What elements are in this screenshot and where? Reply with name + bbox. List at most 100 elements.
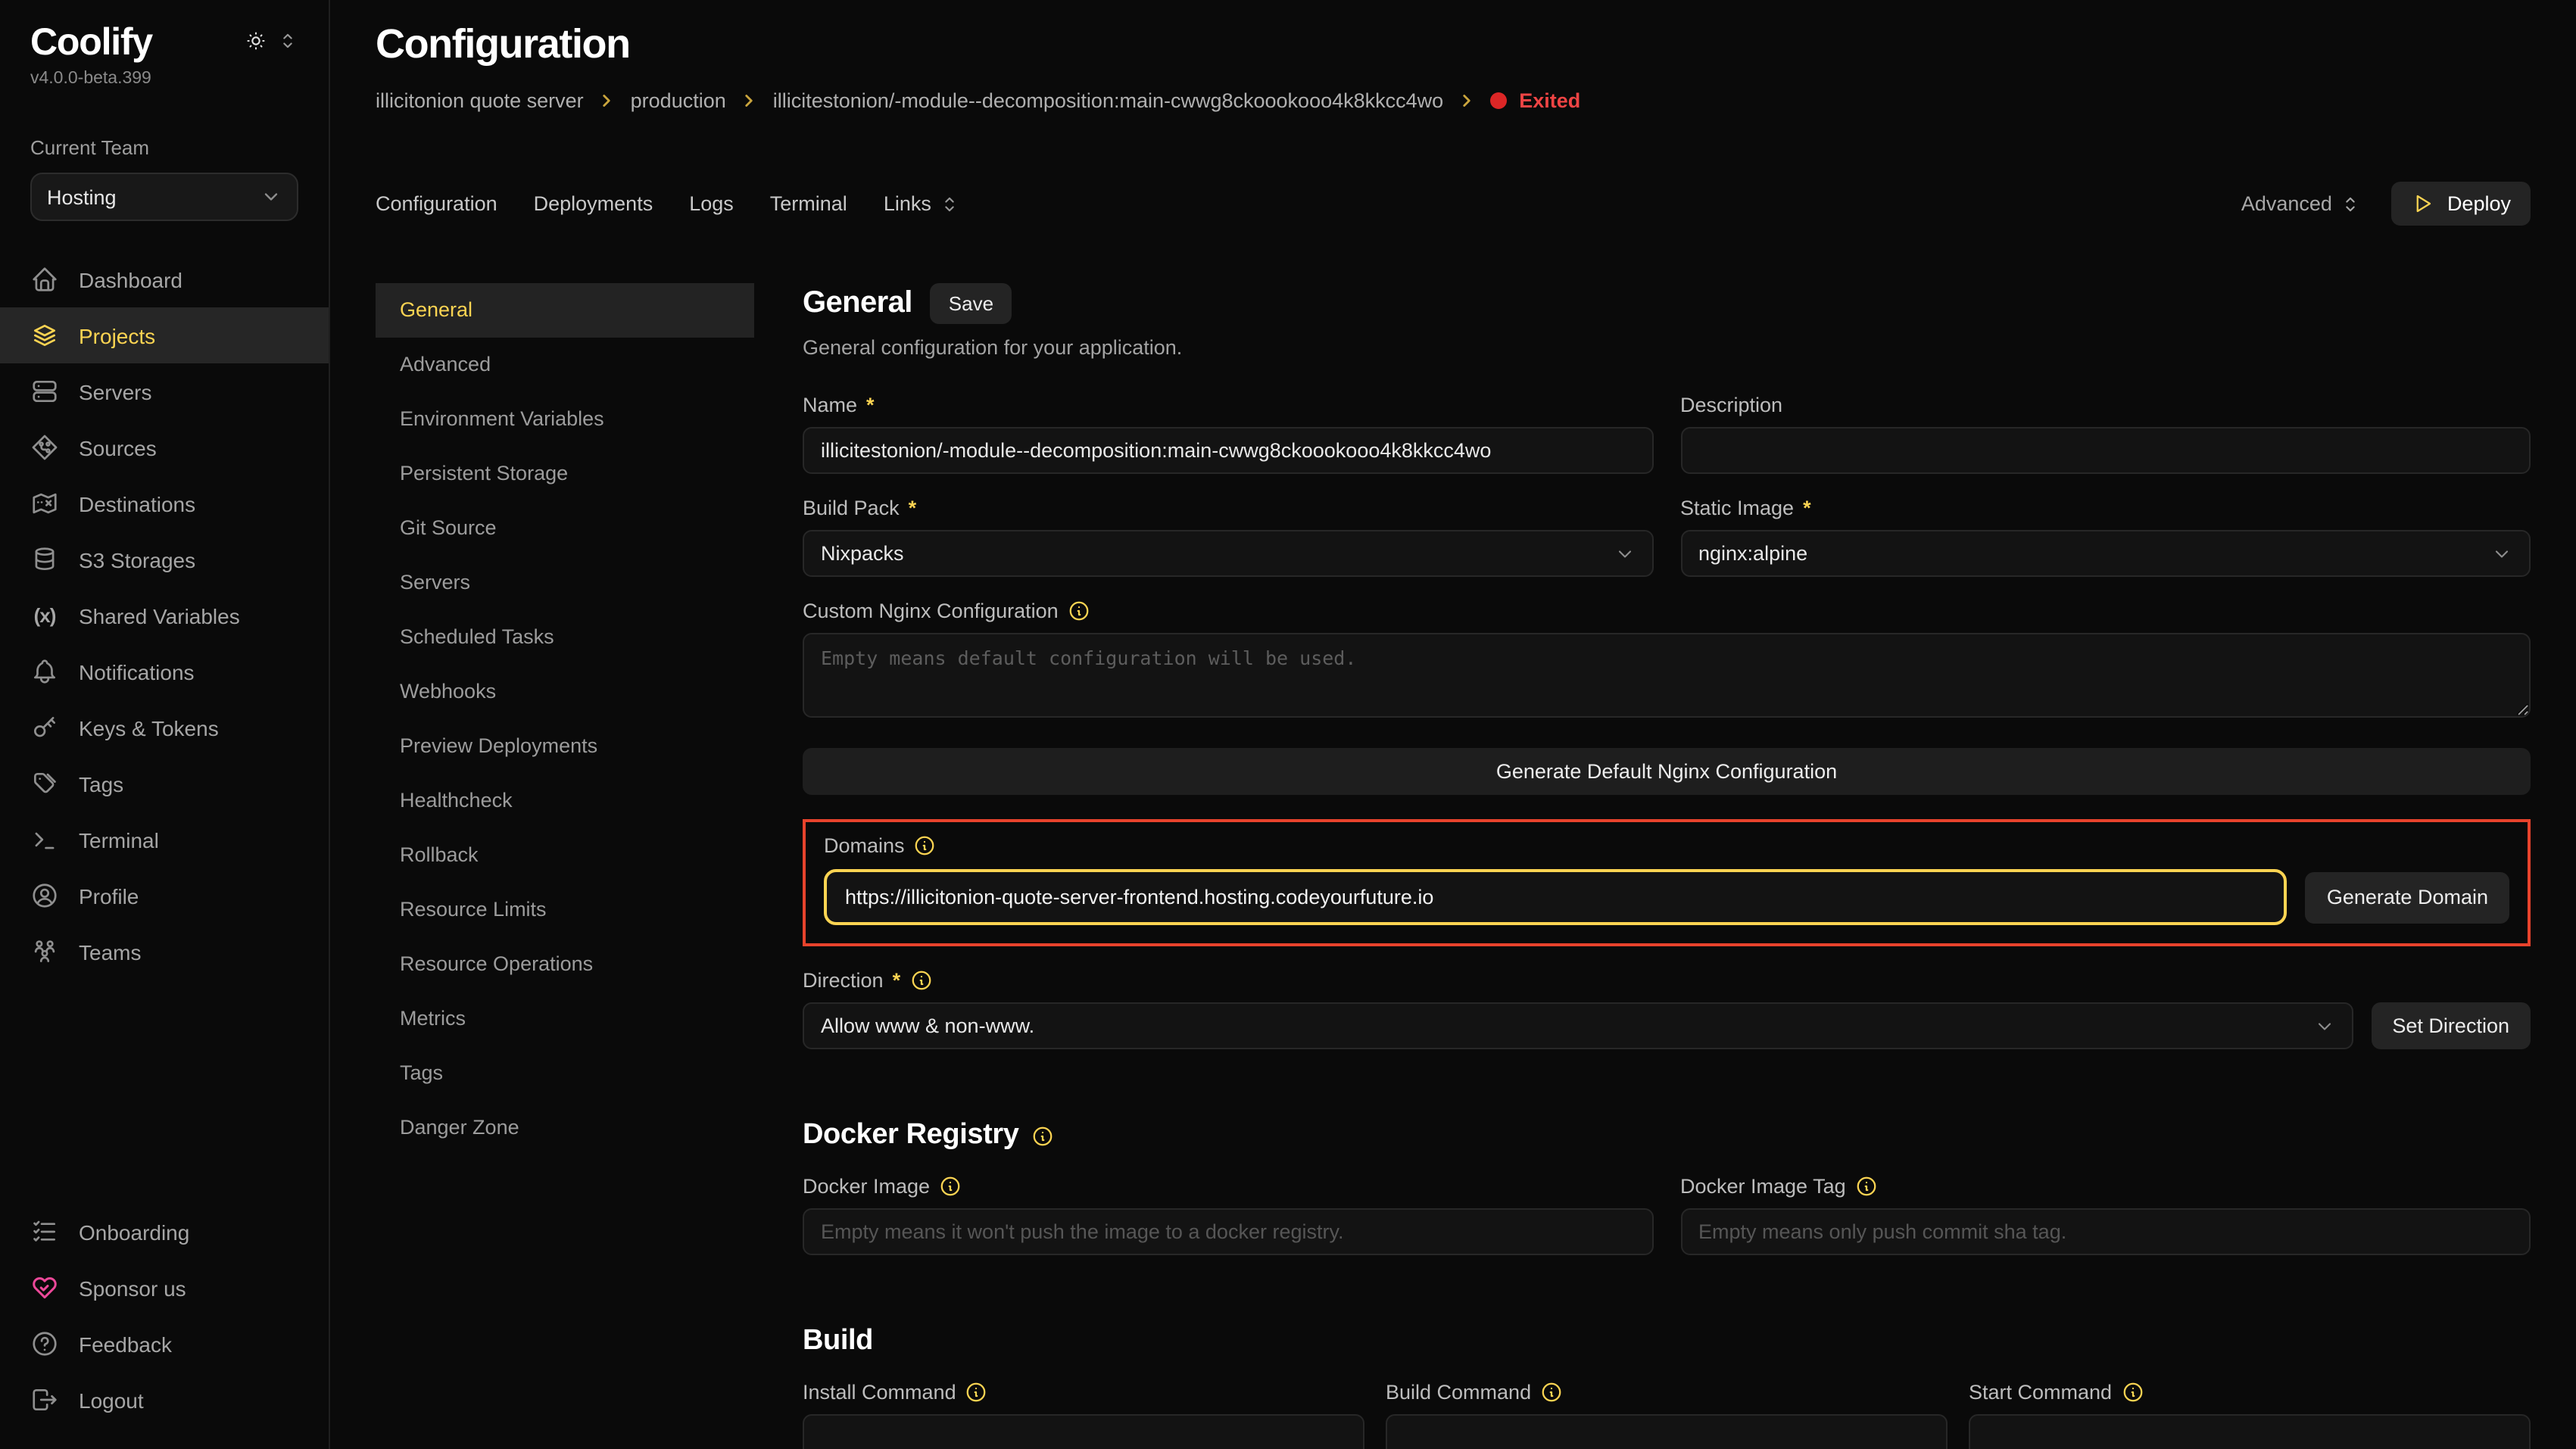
- sidebar-item-sponsor-us[interactable]: Sponsor us: [0, 1260, 329, 1316]
- sidebar-item-tags[interactable]: Tags: [0, 756, 329, 812]
- start-command-label: Start Command: [1969, 1381, 2531, 1404]
- custom-nginx-textarea[interactable]: [803, 633, 2531, 718]
- team-switcher: Current Team Hosting: [0, 136, 329, 221]
- bell-icon: [30, 657, 59, 686]
- subnav-item-general[interactable]: General: [376, 283, 754, 338]
- docker-image-input[interactable]: [803, 1208, 1653, 1255]
- chevron-down-icon: [1614, 543, 1635, 564]
- tab-deployments[interactable]: Deployments: [534, 192, 653, 215]
- build-pack-select[interactable]: Nixpacks: [803, 530, 1653, 577]
- sidebar-item-feedback[interactable]: Feedback: [0, 1316, 329, 1372]
- name-input[interactable]: [803, 427, 1653, 474]
- set-direction-button[interactable]: Set Direction: [2371, 1002, 2531, 1049]
- sidebar-item-profile[interactable]: Profile: [0, 868, 329, 924]
- tab-links[interactable]: Links: [884, 192, 960, 215]
- breadcrumb-environment[interactable]: production: [631, 89, 726, 112]
- sidebar-item-label: Feedback: [79, 1332, 172, 1356]
- selector-icon: [277, 30, 298, 51]
- subnav-item-danger-zone[interactable]: Danger Zone: [376, 1101, 754, 1155]
- direction-select[interactable]: Allow www & non-www.: [803, 1002, 2353, 1049]
- subnav-item-preview-deployments[interactable]: Preview Deployments: [376, 719, 754, 774]
- tab-terminal[interactable]: Terminal: [770, 192, 847, 215]
- subnav-item-rollback[interactable]: Rollback: [376, 828, 754, 883]
- sidebar-item-notifications[interactable]: Notifications: [0, 643, 329, 700]
- static-image-value: nginx:alpine: [1698, 542, 1807, 565]
- generate-domain-button[interactable]: Generate Domain: [2306, 871, 2509, 923]
- tag-icon: [30, 769, 59, 798]
- build-pack-label: Build Pack: [803, 497, 1653, 519]
- name-field: Name: [803, 394, 1653, 474]
- sidebar-item-teams[interactable]: Teams: [0, 924, 329, 980]
- install-command-input[interactable]: [803, 1414, 1364, 1449]
- help-icon: [30, 1329, 59, 1358]
- sidebar-item-keys-tokens[interactable]: Keys & Tokens: [0, 700, 329, 756]
- sidebar-nav: Dashboard Projects Servers Sources Desti…: [0, 251, 329, 980]
- advanced-dropdown[interactable]: Advanced: [2241, 192, 2361, 215]
- subnav-item-webhooks[interactable]: Webhooks: [376, 665, 754, 719]
- breadcrumb-project[interactable]: illicitonion quote server: [376, 89, 584, 112]
- sidebar-item-shared-variables[interactable]: (x) Shared Variables: [0, 587, 329, 643]
- sidebar-collapse-button[interactable]: [277, 30, 298, 59]
- static-image-field: Static Image nginx:alpine: [1680, 497, 2531, 577]
- required-marker: [909, 497, 917, 519]
- description-input[interactable]: [1680, 427, 2531, 474]
- sidebar-footer-nav: Onboarding Sponsor us Feedback Logout: [0, 1204, 329, 1428]
- sidebar-item-logout[interactable]: Logout: [0, 1372, 329, 1428]
- subnav-item-tags[interactable]: Tags: [376, 1046, 754, 1101]
- general-heading: General: [803, 286, 912, 321]
- required-marker: [1803, 497, 1811, 519]
- domains-input[interactable]: [824, 869, 2288, 925]
- custom-nginx-label: Custom Nginx Configuration: [803, 600, 2531, 622]
- sidebar-item-label: Destinations: [79, 491, 195, 516]
- sidebar-item-label: Logout: [79, 1388, 144, 1412]
- general-section-header: General Save: [803, 283, 2531, 324]
- subnav-item-metrics[interactable]: Metrics: [376, 992, 754, 1046]
- sidebar-item-label: Terminal: [79, 827, 159, 852]
- chevron-right-icon: [1457, 91, 1477, 111]
- play-icon: [2411, 192, 2434, 215]
- subnav-item-healthcheck[interactable]: Healthcheck: [376, 774, 754, 828]
- team-select[interactable]: Hosting: [30, 173, 298, 221]
- sidebar-item-projects[interactable]: Projects: [0, 307, 329, 363]
- info-icon: [965, 1381, 988, 1404]
- build-command-input[interactable]: [1386, 1414, 1948, 1449]
- sun-icon: [245, 30, 267, 51]
- name-label: Name: [803, 394, 1653, 416]
- subnav-item-git-source[interactable]: Git Source: [376, 501, 754, 556]
- custom-nginx-field: Custom Nginx Configuration: [803, 600, 2531, 725]
- subnav-item-scheduled-tasks[interactable]: Scheduled Tasks: [376, 610, 754, 665]
- build-command-label: Build Command: [1386, 1381, 1948, 1404]
- deploy-button[interactable]: Deploy: [2391, 182, 2531, 226]
- static-image-select[interactable]: nginx:alpine: [1680, 530, 2531, 577]
- theme-toggle-button[interactable]: [245, 30, 267, 59]
- info-icon: [1855, 1175, 1878, 1198]
- sidebar-item-dashboard[interactable]: Dashboard: [0, 251, 329, 307]
- subnav-item-resource-limits[interactable]: Resource Limits: [376, 883, 754, 937]
- direction-value: Allow www & non-www.: [821, 1014, 1034, 1037]
- tab-logs[interactable]: Logs: [689, 192, 734, 215]
- sidebar-item-sources[interactable]: Sources: [0, 419, 329, 475]
- sidebar-item-destinations[interactable]: Destinations: [0, 475, 329, 531]
- subnav-item-advanced[interactable]: Advanced: [376, 338, 754, 392]
- current-team-label: Current Team: [30, 136, 298, 159]
- sidebar-item-servers[interactable]: Servers: [0, 363, 329, 419]
- subnav-item-persistent-storage[interactable]: Persistent Storage: [376, 447, 754, 501]
- sidebar-item-terminal[interactable]: Terminal: [0, 812, 329, 868]
- status-badge: Exited: [1490, 89, 1580, 112]
- key-icon: [30, 713, 59, 742]
- subnav-item-environment-variables[interactable]: Environment Variables: [376, 392, 754, 447]
- subnav-item-servers[interactable]: Servers: [376, 556, 754, 610]
- generate-nginx-button[interactable]: Generate Default Nginx Configuration: [803, 748, 2531, 795]
- subnav-item-resource-operations[interactable]: Resource Operations: [376, 937, 754, 992]
- breadcrumb-application[interactable]: illicitestonion/-module--decomposition:m…: [773, 89, 1443, 112]
- tab-configuration[interactable]: Configuration: [376, 192, 497, 215]
- sidebar-item-s3-storages[interactable]: S3 Storages: [0, 531, 329, 587]
- info-icon: [1031, 1124, 1053, 1147]
- start-command-input[interactable]: [1969, 1414, 2531, 1449]
- variable-icon: (x): [30, 604, 59, 627]
- save-button[interactable]: Save: [931, 283, 1012, 324]
- chevron-right-icon: [740, 91, 759, 111]
- sidebar-item-onboarding[interactable]: Onboarding: [0, 1204, 329, 1260]
- build-command-field: Build Command: [1386, 1381, 1948, 1449]
- docker-image-tag-input[interactable]: [1680, 1208, 2531, 1255]
